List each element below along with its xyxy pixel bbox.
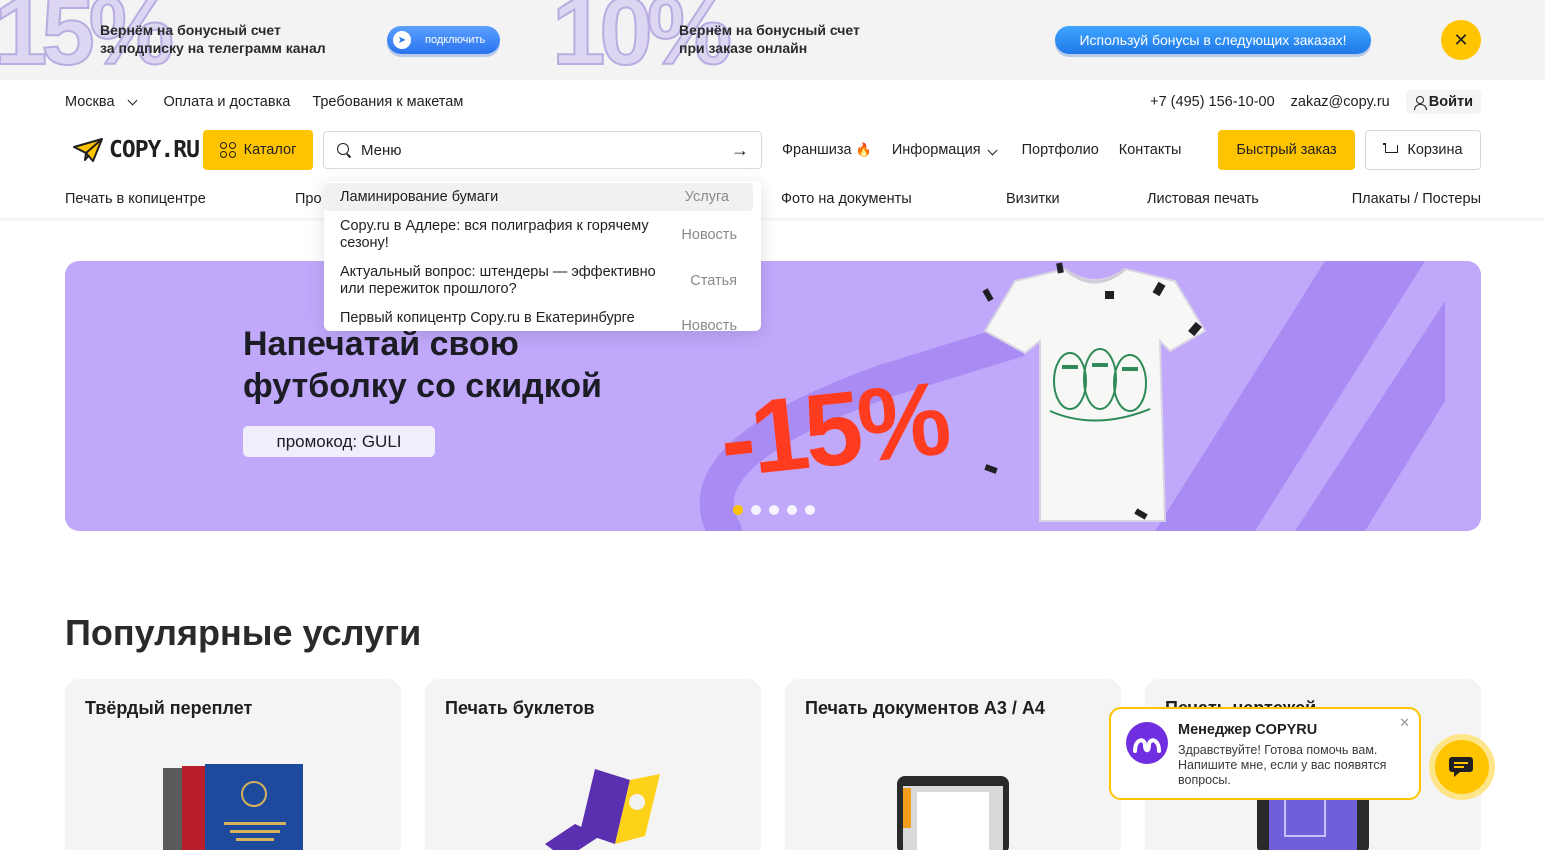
city-label: Москва (65, 94, 115, 110)
header-shadow (0, 218, 1545, 222)
popular-services-title: Популярные услуги (65, 612, 422, 653)
suggestion-item[interactable]: Актуальный вопрос: штендеры — эффективно… (324, 264, 761, 298)
nav-portfolio[interactable]: Портфолио (1022, 142, 1099, 158)
copyru-manager-logo-icon (1133, 738, 1161, 753)
nav-franchise[interactable]: Франшиза 🔥 (782, 142, 872, 158)
suggestion-item[interactable]: Ламинирование бумаги Услуга (324, 183, 753, 211)
phone-link[interactable]: +7 (495) 156-10-00 (1150, 94, 1275, 110)
hero-title: Напечатай свою футболку со скидкой (243, 323, 602, 407)
cart-label: Корзина (1407, 142, 1463, 158)
service-card-title: Твёрдый переплет (85, 698, 253, 718)
nav-information[interactable]: Информация (892, 142, 1002, 158)
chevron-down-icon (127, 95, 137, 106)
chat-close-icon[interactable]: ✕ (1399, 715, 1410, 731)
slider-dot[interactable] (787, 505, 797, 515)
hero-banner[interactable]: Напечатай свою футболку со скидкой промо… (65, 261, 1481, 531)
fire-icon: 🔥 (855, 142, 872, 157)
slider-dots (733, 505, 815, 515)
suggestion-title: Актуальный вопрос: штендеры — эффективно… (340, 264, 656, 297)
catalog-grid-icon (219, 142, 236, 158)
printer-image (897, 776, 1009, 850)
paper-plane-icon (73, 138, 103, 162)
search-bar: → (323, 131, 762, 169)
login-button[interactable]: Войти (1405, 90, 1481, 114)
catalog-label: Каталог (243, 142, 297, 158)
main-nav: Франшиза 🔥 Информация Портфолио Контакты (782, 130, 1181, 170)
cart-icon (1383, 143, 1399, 157)
nav-franchise-label: Франшиза (782, 142, 852, 158)
promo-close-button[interactable]: ✕ (1441, 20, 1481, 60)
chat-open-button[interactable] (1429, 734, 1495, 800)
chat-message: Здравствуйте! Готова помочь вам. Напишит… (1178, 743, 1387, 787)
promo-online-text: Вернём на бонусный счет при заказе онлай… (679, 21, 860, 57)
slider-dot[interactable] (751, 505, 761, 515)
search-input[interactable] (361, 141, 731, 159)
manager-name: Менеджер COPYRU (1178, 722, 1318, 738)
suggestion-title: Ламинирование бумаги (340, 188, 499, 205)
nav-information-label: Информация (891, 142, 981, 158)
promo-bar: 15% Вернём на бонусный счет за подписку … (0, 0, 1545, 80)
discount-graphic: -15% (714, 360, 953, 500)
suggestion-title: Первый копицентр Copy.ru в Екатеринбурге (340, 310, 635, 326)
slider-dot[interactable] (805, 505, 815, 515)
chat-bubble-icon (1449, 757, 1473, 777)
slider-dot[interactable] (733, 505, 743, 515)
suggestion-title: Copy.ru в Адлере: вся полиграфия к горяч… (340, 218, 649, 251)
city-selector[interactable]: Москва (65, 94, 142, 110)
catalog-button[interactable]: Каталог (203, 130, 313, 170)
use-bonuses-button[interactable]: Используй бонусы в следующих заказах! (1055, 26, 1371, 54)
email-link[interactable]: zakaz@copy.ru (1291, 94, 1390, 110)
category-copy-center[interactable]: Печать в копицентре (65, 191, 206, 207)
category-partial[interactable]: Про (295, 191, 322, 207)
promo-telegram-text-line1: Вернём на бонусный счет (100, 22, 281, 38)
hero-title-line2: футболку со скидкой (243, 367, 602, 405)
promo-online-text-line2: при заказе онлайн (679, 40, 808, 56)
promo-online-text-line1: Вернём на бонусный счет (679, 22, 860, 38)
suggestion-kind: Статья (690, 272, 737, 289)
logo[interactable]: COPY.RU (73, 136, 200, 164)
category-document-photo[interactable]: Фото на документы (781, 191, 912, 207)
user-icon (1413, 96, 1427, 110)
suggestion-item[interactable]: Первый копицентр Copy.ru в Екатеринбурге… (324, 310, 761, 331)
search-icon (336, 142, 352, 158)
chevron-down-icon (987, 145, 998, 156)
search-submit-arrow-icon[interactable]: → (731, 140, 749, 161)
service-card-booklets[interactable]: Печать буклетов (425, 679, 761, 850)
login-label: Войти (1428, 94, 1473, 110)
suggestion-kind: Новость (681, 226, 737, 243)
telegram-icon: ➤ (393, 31, 411, 49)
category-nav: Печать в копицентре Про Фото на документ… (65, 188, 1481, 212)
chat-popup[interactable]: Менеджер COPYRU Здравствуйте! Готова пом… (1109, 707, 1421, 800)
manager-avatar (1126, 722, 1168, 764)
top-line: Москва Оплата и доставка Требования к ма… (65, 88, 1481, 116)
close-icon: ✕ (1453, 29, 1469, 50)
category-sheet-printing[interactable]: Листовая печать (1147, 191, 1259, 207)
search-suggestions: Ламинирование бумаги Услуга Copy.ru в Ад… (324, 181, 761, 331)
service-card-title: Печать документов А3 / А4 (805, 698, 1045, 718)
suggestion-kind: Услуга (684, 188, 729, 205)
category-posters[interactable]: Плакаты / Постеры (1352, 191, 1481, 207)
promo-telegram-text: Вернём на бонусный счет за подписку на т… (100, 21, 326, 57)
logo-text: COPY.RU (109, 137, 200, 163)
promo-code-badge: промокод: GULI (243, 426, 435, 457)
suggestion-kind: Новость (681, 318, 737, 331)
link-layout-requirements[interactable]: Требования к макетам (312, 94, 463, 110)
promo-telegram-text-line2: за подписку на телеграмм канал (100, 40, 326, 56)
service-card-a3-a4[interactable]: Печать документов А3 / А4 (785, 679, 1121, 850)
telegram-connect-label: подключить (425, 34, 486, 46)
slider-dot[interactable] (769, 505, 779, 515)
quick-order-button[interactable]: Быстрый заказ (1218, 130, 1355, 170)
hardcover-books-image (163, 764, 303, 850)
tshirt-image (982, 262, 1207, 522)
booklets-image (545, 769, 660, 850)
link-payment-delivery[interactable]: Оплата и доставка (164, 94, 291, 110)
cart-button[interactable]: Корзина (1365, 130, 1481, 170)
category-business-cards[interactable]: Визитки (1006, 191, 1060, 207)
telegram-connect-button[interactable]: ➤ подключить (387, 26, 500, 54)
service-card-hardcover[interactable]: Твёрдый переплет (65, 679, 401, 850)
nav-contacts[interactable]: Контакты (1119, 142, 1182, 158)
service-card-title: Печать буклетов (445, 698, 595, 718)
suggestion-item[interactable]: Copy.ru в Адлере: вся полиграфия к горяч… (324, 218, 761, 252)
